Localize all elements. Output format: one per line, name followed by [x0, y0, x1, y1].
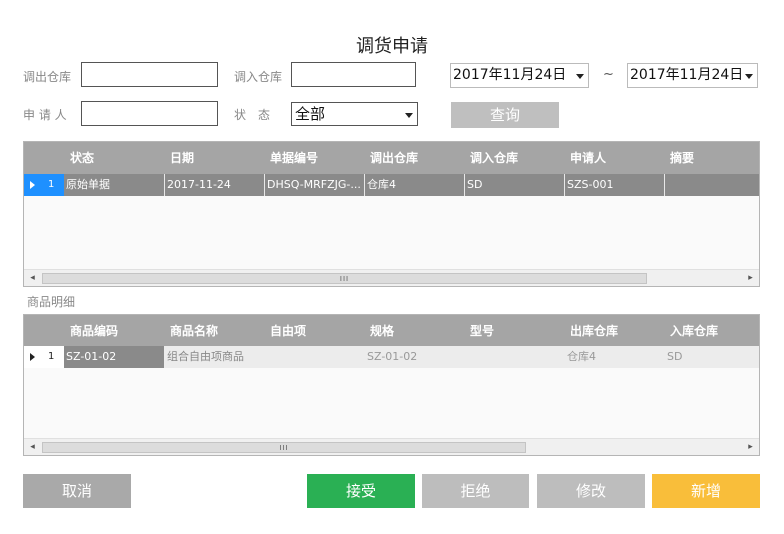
cell-divider: [464, 174, 465, 196]
cell-goods-name[interactable]: 组合自由项商品: [167, 346, 263, 368]
accept-button[interactable]: 接受: [307, 474, 415, 508]
transfer-request-grid: 状态 日期 单据编号 调出仓库 调入仓库 申请人 摘要 1 原始单据 2017-…: [23, 141, 760, 287]
chevron-down-icon: [405, 113, 413, 118]
row-number: 1: [48, 179, 55, 190]
column-header-date[interactable]: 日期: [170, 142, 194, 174]
cell-divider: [264, 174, 265, 196]
cell-applicant[interactable]: SZS-001: [567, 174, 663, 196]
transfer-request-window: 调货申请 调出仓库 调入仓库 2017年11月24日 ~ 2017年11月24日…: [0, 0, 784, 534]
column-header-spec[interactable]: 规格: [370, 315, 394, 347]
applicant-input[interactable]: [81, 101, 218, 126]
out-warehouse-label: 调出仓库: [23, 70, 72, 84]
cell-summary[interactable]: [667, 174, 757, 196]
row-selector[interactable]: 1: [24, 346, 64, 368]
horizontal-scrollbar[interactable]: ◂ III ▸: [24, 438, 759, 455]
column-header-in-warehouse[interactable]: 调入仓库: [470, 142, 518, 174]
horizontal-scrollbar[interactable]: ◂ III ▸: [24, 269, 759, 286]
out-warehouse-input[interactable]: [81, 62, 218, 87]
scroll-left-icon[interactable]: ◂: [24, 439, 41, 455]
status-select[interactable]: 全部: [291, 102, 418, 126]
goods-detail-grid: 商品编码 商品名称 自由项 规格 型号 出库仓库 入库仓库 1 SZ-01-02…: [23, 314, 760, 456]
scrollbar-grip: III: [339, 275, 350, 283]
cell-date[interactable]: 2017-11-24: [167, 174, 263, 196]
cell-in-warehouse[interactable]: SD: [667, 346, 757, 368]
scroll-right-icon[interactable]: ▸: [742, 270, 759, 286]
column-header-doc-number[interactable]: 单据编号: [270, 142, 318, 174]
cell-out-warehouse[interactable]: 仓库4: [567, 346, 663, 368]
row-pointer-icon: [30, 353, 35, 361]
table-row[interactable]: 1 原始单据 2017-11-24 DHSQ-MRFZJG-... 仓库4 SD…: [24, 174, 759, 196]
column-header-in-warehouse[interactable]: 入库仓库: [670, 315, 718, 347]
scroll-left-icon[interactable]: ◂: [24, 270, 41, 286]
query-button[interactable]: 查询: [451, 102, 559, 128]
row-number: 1: [48, 351, 55, 362]
cell-doc-number[interactable]: DHSQ-MRFZJG-...: [267, 174, 363, 196]
goods-detail-label: 商品明细: [27, 295, 76, 309]
date-from-picker[interactable]: 2017年11月24日: [450, 63, 589, 88]
column-header-model[interactable]: 型号: [470, 315, 494, 347]
cell-divider: [364, 174, 365, 196]
status-select-value: 全部: [295, 105, 326, 123]
column-header-goods-code[interactable]: 商品编码: [70, 315, 118, 347]
cell-in-warehouse[interactable]: SD: [467, 174, 563, 196]
status-label: 状 态: [234, 108, 271, 122]
cell-divider: [164, 174, 165, 196]
cancel-button[interactable]: 取消: [23, 474, 131, 508]
column-header-goods-name[interactable]: 商品名称: [170, 315, 218, 347]
scrollbar-grip: III: [279, 444, 289, 452]
cell-free-item[interactable]: [267, 346, 363, 368]
add-button[interactable]: 新增: [652, 474, 760, 508]
table-row[interactable]: 1 SZ-01-02 组合自由项商品 SZ-01-02 仓库4 SD: [24, 346, 759, 368]
cell-model[interactable]: [467, 346, 563, 368]
date-from-value: 2017年11月24日: [453, 67, 567, 83]
grid-header: 状态 日期 单据编号 调出仓库 调入仓库 申请人 摘要: [24, 142, 759, 174]
date-to-picker[interactable]: 2017年11月24日: [627, 63, 758, 88]
row-selector[interactable]: 1: [24, 174, 64, 196]
cell-goods-code[interactable]: SZ-01-02: [64, 346, 164, 368]
date-range-separator: ~: [603, 67, 614, 82]
cell-status[interactable]: 原始单据: [66, 174, 162, 196]
column-header-out-warehouse[interactable]: 调出仓库: [370, 142, 418, 174]
chevron-down-icon[interactable]: [745, 74, 753, 79]
scrollbar-thumb[interactable]: III: [42, 273, 647, 284]
column-header-status[interactable]: 状态: [70, 142, 94, 174]
column-header-out-warehouse[interactable]: 出库仓库: [570, 315, 618, 347]
scrollbar-thumb[interactable]: III: [42, 442, 526, 453]
row-pointer-icon: [30, 181, 35, 189]
grid-header: 商品编码 商品名称 自由项 规格 型号 出库仓库 入库仓库: [24, 315, 759, 347]
reject-button[interactable]: 拒绝: [422, 474, 529, 508]
column-header-summary[interactable]: 摘要: [670, 142, 694, 174]
modify-button[interactable]: 修改: [537, 474, 645, 508]
cell-divider: [664, 174, 665, 196]
scroll-right-icon[interactable]: ▸: [742, 439, 759, 455]
chevron-down-icon[interactable]: [576, 74, 584, 79]
column-header-free-item[interactable]: 自由项: [270, 315, 306, 347]
page-title: 调货申请: [356, 36, 428, 57]
column-header-applicant[interactable]: 申请人: [570, 142, 606, 174]
in-warehouse-label: 调入仓库: [234, 70, 283, 84]
date-to-value: 2017年11月24日: [630, 67, 744, 83]
in-warehouse-input[interactable]: [291, 62, 416, 87]
cell-spec[interactable]: SZ-01-02: [367, 346, 463, 368]
cell-out-warehouse[interactable]: 仓库4: [367, 174, 463, 196]
cell-divider: [564, 174, 565, 196]
applicant-label: 申 请 人: [23, 108, 67, 122]
